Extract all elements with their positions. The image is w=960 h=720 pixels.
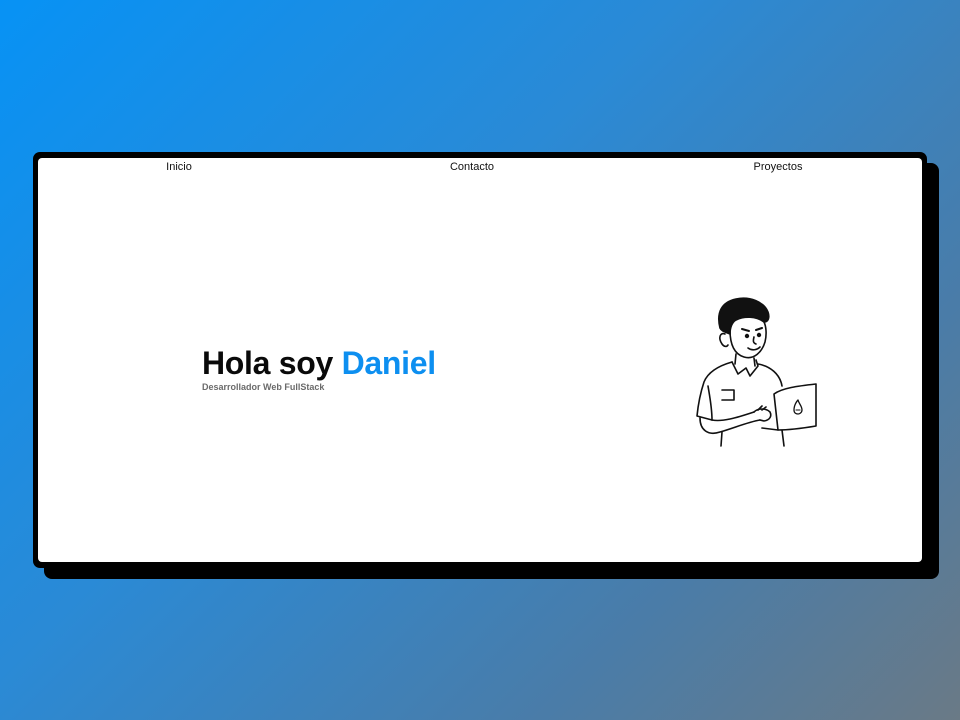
main-nav: Inicio Contacto Proyectos (38, 161, 922, 179)
hero-title: Hola soy Daniel (202, 344, 436, 382)
nav-link-contacto[interactable]: Contacto (450, 161, 494, 173)
portfolio-card: Inicio Contacto Proyectos Hola soy Danie… (33, 152, 927, 568)
nav-link-proyectos[interactable]: Proyectos (754, 161, 803, 173)
hero-name: Daniel (341, 345, 437, 381)
developer-with-laptop-illustration (696, 297, 817, 447)
card-content: Inicio Contacto Proyectos Hola soy Danie… (38, 158, 922, 562)
nav-link-inicio[interactable]: Inicio (166, 161, 192, 173)
hero-greeting: Hola soy (202, 345, 333, 381)
hero-subtitle: Desarrollador Web FullStack (202, 382, 325, 392)
hero-section: Hola soy Daniel Desarrollador Web FullSt… (202, 344, 436, 393)
